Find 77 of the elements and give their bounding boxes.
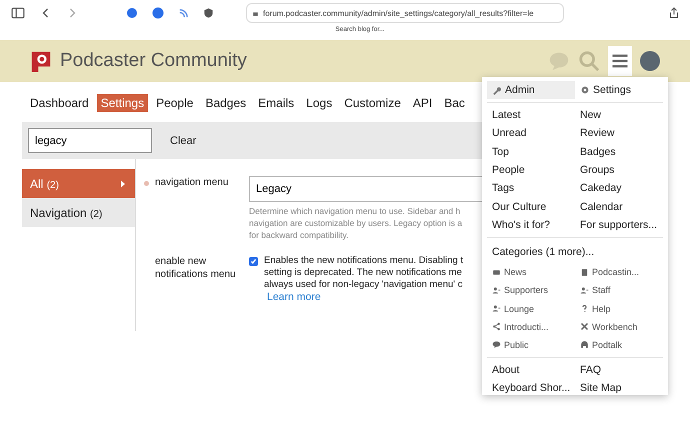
users-icon <box>580 286 589 295</box>
category-link[interactable]: Podtalk <box>575 336 663 354</box>
site-title: Podcaster Community <box>60 50 247 72</box>
admin-tab[interactable]: Badges <box>201 94 250 112</box>
admin-tab[interactable]: Settings <box>96 94 148 112</box>
category-link[interactable]: Staff <box>575 281 663 300</box>
category-label: All (2) <box>30 176 59 190</box>
category-link[interactable]: News <box>487 263 575 282</box>
users-icon <box>492 286 501 295</box>
admin-tab[interactable]: Customize <box>340 94 405 112</box>
menu-link[interactable]: Who's it for? <box>487 216 575 234</box>
category-item[interactable]: All (2) <box>22 169 135 198</box>
address-bar[interactable]: forum.podcaster.community/admin/site_settings/category/all_results?filter=le <box>246 3 564 23</box>
menu-link[interactable]: Groups <box>575 160 663 180</box>
setting-description: navigation are customizable by users. Legacy option is a <box>249 217 464 229</box>
menu-link[interactable]: Calendar <box>575 197 663 216</box>
share-icon <box>492 322 501 332</box>
shield-icon <box>203 7 214 19</box>
category-link[interactable]: Workbench <box>575 318 663 336</box>
admin-tab[interactable]: Emails <box>254 94 298 112</box>
setting-description: for backward compatibility. <box>249 229 350 241</box>
learn-more-link[interactable]: Learn more <box>267 291 464 303</box>
menu-link[interactable]: Top <box>487 142 575 161</box>
gear-icon <box>580 85 590 95</box>
menu-button[interactable] <box>608 46 632 76</box>
caret-icon <box>119 178 127 188</box>
menu-link[interactable]: Site Map <box>575 379 663 398</box>
rss-icon <box>178 8 189 18</box>
url-text: forum.podcaster.community/admin/site_settings/category/all_results?filter=le <box>263 8 534 18</box>
menu-link[interactable]: Latest <box>487 106 575 124</box>
admin-tab[interactable]: Bac <box>440 94 469 112</box>
menu-link[interactable]: Keyboard Shor... <box>487 379 575 398</box>
speech-bubble-icon <box>492 340 501 350</box>
category-link[interactable]: Introducti... <box>487 318 575 336</box>
menu-link[interactable]: For supporters... <box>575 216 663 234</box>
categories-link[interactable]: Categories (1 more)... <box>487 241 663 264</box>
question-icon <box>580 304 589 314</box>
setting-label: navigation menu <box>155 176 230 189</box>
setting-description: Determine which navigation menu to use. Sidebar and h <box>249 205 462 217</box>
menu-top-item[interactable]: Settings <box>575 81 663 99</box>
admin-tab[interactable]: API <box>408 94 436 112</box>
menu-link[interactable]: About <box>487 361 575 380</box>
setting-description: always used for non-legacy 'navigation menu' c <box>264 279 464 291</box>
sidebar-icon <box>10 6 26 20</box>
category-label: Navigation (2) <box>30 206 102 220</box>
menu-link[interactable]: Cakeday <box>575 179 663 198</box>
checkbox[interactable] <box>249 257 258 266</box>
admin-tab[interactable]: Logs <box>302 94 336 112</box>
search-icon <box>578 50 600 72</box>
menu-link[interactable]: Review <box>575 124 663 143</box>
category-item[interactable]: Navigation (2) <box>22 198 135 227</box>
setting-label: enable new notifications menu <box>155 255 237 281</box>
category-link[interactable]: Lounge <box>487 299 575 318</box>
category-link[interactable]: Public <box>487 336 575 354</box>
menu-link[interactable]: FAQ <box>575 361 663 380</box>
menu-link[interactable]: New <box>575 106 663 124</box>
menu-link[interactable]: Our Culture <box>487 197 575 216</box>
admin-tab[interactable]: Dashboard <box>26 94 93 112</box>
status-dot <box>144 181 149 186</box>
menu-icon <box>611 52 629 70</box>
setting-description: setting is deprecated. The new notifications me <box>264 267 463 279</box>
admin-tab[interactable]: People <box>152 94 198 112</box>
category-link[interactable]: Podcastin... <box>575 263 663 282</box>
users-icon <box>492 304 501 314</box>
menu-link[interactable]: Tags <box>487 179 575 198</box>
menu-link[interactable]: Badges <box>575 142 663 161</box>
share-icon <box>668 6 680 20</box>
clear-button[interactable]: Clear <box>164 134 202 148</box>
category-link[interactable]: Help <box>575 299 663 318</box>
setting-description: Enables the new notifications menu. Disabling t <box>264 255 464 267</box>
avatar[interactable] <box>640 51 660 71</box>
menu-top-item[interactable]: Admin <box>487 81 575 99</box>
menu-link[interactable]: People <box>487 160 575 180</box>
wrench-icon <box>492 85 502 95</box>
filter-field[interactable]: legacy <box>28 128 152 153</box>
category-link[interactable]: Supporters <box>487 281 575 300</box>
menu-link[interactable]: Unread <box>487 124 575 143</box>
